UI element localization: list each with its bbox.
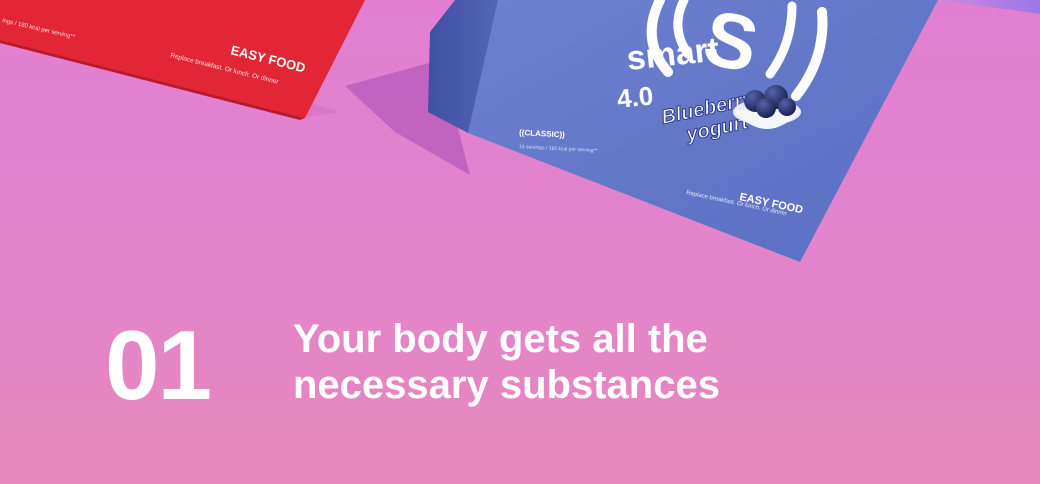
blue-box: S smart 4.0 Blueberry yogurt ((CLASSIC))…: [428, 0, 938, 262]
wall-corner: [938, 0, 1040, 14]
step-heading: Your body gets all the necessary substan…: [293, 316, 813, 408]
step-heading-line2: necessary substances: [293, 363, 720, 407]
step-number: 01: [105, 310, 212, 420]
step-heading-line1: Your body gets all the: [293, 317, 708, 361]
product-version: 4.0: [615, 80, 654, 114]
feature-step: 01 Your body gets all the necessary subs…: [105, 316, 825, 426]
red-box: ings / 180 kcal per serving** EASY FOOD …: [0, 0, 365, 120]
